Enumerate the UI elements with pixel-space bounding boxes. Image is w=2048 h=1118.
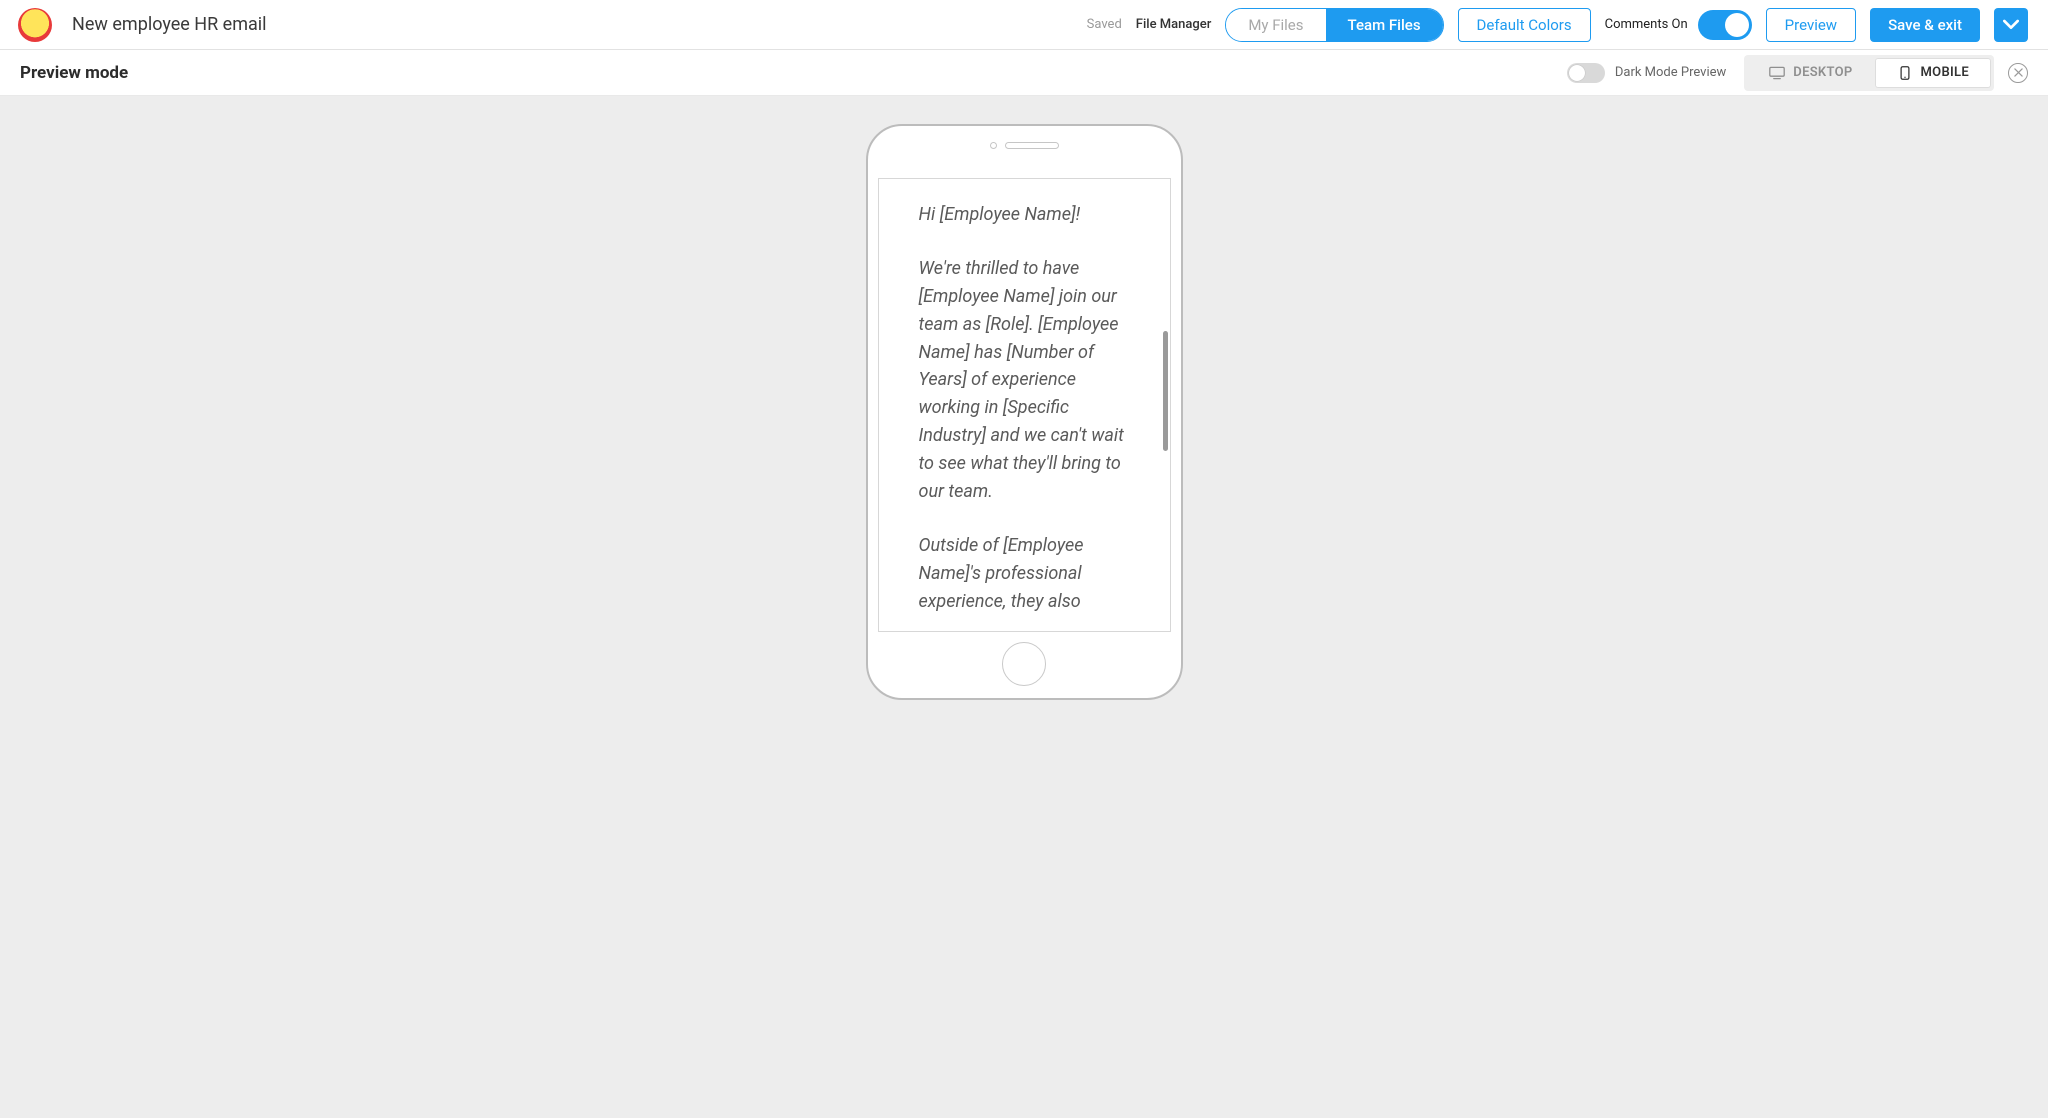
dark-mode-toggle[interactable] <box>1567 63 1605 83</box>
dark-mode-label: Dark Mode Preview <box>1615 65 1726 80</box>
device-desktop-label: DESKTOP <box>1793 65 1852 80</box>
top-toolbar: New employee HR email Saved File Manager… <box>0 0 2048 50</box>
comments-toggle-group: Comments On <box>1605 10 1752 40</box>
device-toggle: DESKTOP MOBILE <box>1744 55 1994 91</box>
comments-toggle[interactable] <box>1698 10 1752 40</box>
comments-label: Comments On <box>1605 17 1688 32</box>
preview-mode-title: Preview mode <box>20 63 128 83</box>
close-icon <box>2014 68 2023 77</box>
phone-screen: Hi [Employee Name]! We're thrilled to ha… <box>878 178 1171 632</box>
email-paragraph: We're thrilled to have [Employee Name] j… <box>919 255 1140 506</box>
mobile-icon <box>1897 66 1913 80</box>
phone-speaker-icon <box>1005 142 1059 149</box>
save-exit-button[interactable]: Save & exit <box>1870 8 1980 42</box>
phone-frame: Hi [Employee Name]! We're thrilled to ha… <box>866 124 1183 700</box>
device-mobile-button[interactable]: MOBILE <box>1875 58 1992 88</box>
files-toggle: My Files Team Files <box>1225 8 1443 42</box>
phone-top-decor <box>868 142 1181 149</box>
preview-toolbar: Preview mode Dark Mode Preview DESKTOP M… <box>0 50 2048 96</box>
preview-stage: Hi [Employee Name]! We're thrilled to ha… <box>0 96 2048 1118</box>
app-logo <box>18 8 52 42</box>
phone-home-button <box>1002 642 1046 686</box>
preview-button[interactable]: Preview <box>1766 8 1856 42</box>
chevron-down-icon <box>2003 18 2019 32</box>
files-toggle-team-files[interactable]: Team Files <box>1326 9 1443 41</box>
files-toggle-my-files[interactable]: My Files <box>1226 9 1325 41</box>
document-title: New employee HR email <box>72 14 267 35</box>
email-paragraph: Outside of [Employee Name]'s professiona… <box>919 532 1140 616</box>
save-exit-dropdown-button[interactable] <box>1994 8 2028 42</box>
device-mobile-label: MOBILE <box>1921 65 1970 80</box>
file-manager-link[interactable]: File Manager <box>1136 17 1212 32</box>
email-content[interactable]: Hi [Employee Name]! We're thrilled to ha… <box>879 179 1170 631</box>
close-preview-button[interactable] <box>2008 63 2028 83</box>
email-paragraph: Hi [Employee Name]! <box>919 201 1140 229</box>
dark-mode-group: Dark Mode Preview <box>1567 63 1726 83</box>
device-desktop-button[interactable]: DESKTOP <box>1747 58 1874 88</box>
scrollbar-thumb[interactable] <box>1163 331 1168 451</box>
desktop-icon <box>1769 66 1785 80</box>
phone-camera-icon <box>990 142 997 149</box>
saved-status: Saved <box>1087 17 1122 32</box>
default-colors-button[interactable]: Default Colors <box>1458 8 1591 42</box>
